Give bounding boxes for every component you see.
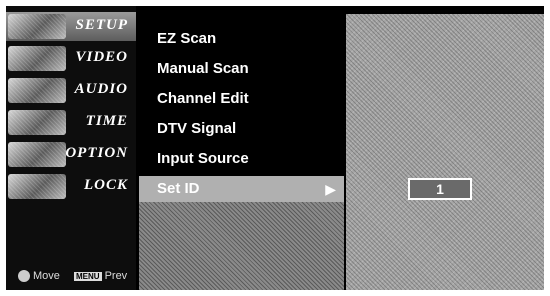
category-setup[interactable]: SETUP — [6, 12, 136, 41]
set-id-panel: 1 — [346, 14, 544, 290]
option-icon — [8, 142, 66, 167]
category-label: SETUP — [75, 17, 128, 33]
category-video[interactable]: VIDEO — [6, 44, 136, 73]
move-hint: Move — [18, 270, 60, 282]
category-label: OPTION — [65, 145, 128, 161]
menu-item-label: DTV Signal — [157, 120, 237, 137]
menu-item-label: Channel Edit — [157, 90, 249, 107]
category-sidebar: SETUP VIDEO AUDIO TIME OPTION LOCK Move … — [6, 6, 136, 290]
category-audio[interactable]: AUDIO — [6, 76, 136, 105]
set-id-value-box[interactable]: 1 — [408, 178, 472, 200]
menu-item-ez-scan[interactable]: EZ Scan — [139, 26, 344, 52]
menu-item-set-id[interactable]: Set ID ▶ — [139, 176, 344, 202]
menu-item-label: Input Source — [157, 150, 249, 167]
menu-item-manual-scan[interactable]: Manual Scan — [139, 56, 344, 82]
menu-item-label: Manual Scan — [157, 60, 249, 77]
category-label: AUDIO — [74, 81, 128, 97]
setup-icon — [8, 14, 66, 39]
video-icon — [8, 46, 66, 71]
move-hint-label: Move — [33, 269, 60, 282]
menu-item-channel-edit[interactable]: Channel Edit — [139, 86, 344, 112]
menu-item-label: Set ID — [157, 180, 200, 197]
time-icon — [8, 110, 66, 135]
menu-item-label: EZ Scan — [157, 30, 217, 47]
category-label: LOCK — [83, 177, 128, 193]
category-label: TIME — [85, 113, 128, 129]
category-option[interactable]: OPTION — [6, 140, 136, 169]
setup-menu: EZ Scan Manual Scan Channel Edit DTV Sig… — [139, 14, 344, 290]
lock-icon — [8, 174, 66, 199]
category-lock[interactable]: LOCK — [6, 172, 136, 201]
menu-lower-area — [139, 202, 344, 290]
menu-key-icon: MENU — [74, 271, 102, 281]
category-time[interactable]: TIME — [6, 108, 136, 137]
move-icon — [18, 270, 30, 282]
audio-icon — [8, 78, 66, 103]
category-label: VIDEO — [75, 49, 128, 65]
menu-item-input-source[interactable]: Input Source — [139, 146, 344, 172]
prev-hint: MENU Prev — [74, 270, 127, 282]
chevron-right-icon: ▶ — [325, 181, 336, 197]
prev-hint-label: Prev — [104, 270, 128, 282]
menu-item-dtv-signal[interactable]: DTV Signal — [139, 116, 344, 142]
